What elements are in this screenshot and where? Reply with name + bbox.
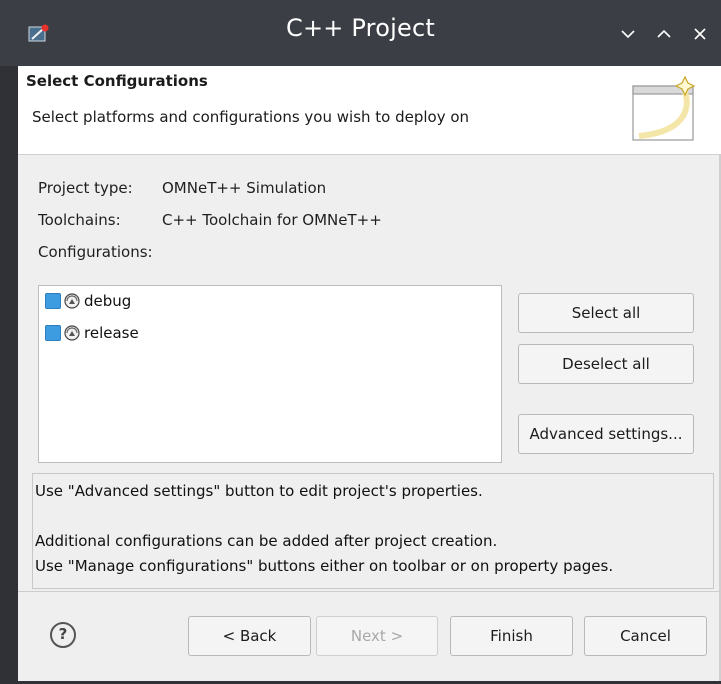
config-item-debug[interactable]: debug — [45, 290, 131, 312]
message-line: Use "Manage configurations" buttons eith… — [35, 557, 614, 575]
footer-separator — [18, 591, 721, 592]
window-left-border — [0, 66, 18, 684]
minimize-icon[interactable] — [618, 24, 638, 44]
back-button[interactable]: < Back — [188, 616, 311, 656]
advanced-settings-button[interactable]: Advanced settings... — [518, 414, 694, 454]
configuration-icon — [64, 293, 80, 309]
toolchains-value: C++ Toolchain for OMNeT++ — [162, 211, 382, 229]
toolchains-row: Toolchains: C++ Toolchain for OMNeT++ — [38, 211, 382, 229]
help-button[interactable]: ? — [50, 622, 76, 648]
deselect-all-button[interactable]: Deselect all — [518, 344, 694, 384]
configuration-icon — [64, 325, 80, 341]
wizard-body: Project type: OMNeT++ Simulation Toolchai… — [18, 155, 721, 684]
message-line: Additional configurations can be added a… — [35, 532, 498, 550]
select-all-button[interactable]: Select all — [518, 293, 694, 333]
message-panel: Use "Advanced settings" button to edit p… — [32, 473, 714, 589]
maximize-icon[interactable] — [654, 24, 674, 44]
release-checkbox[interactable] — [45, 325, 61, 341]
cancel-button[interactable]: Cancel — [584, 616, 707, 656]
page-description: Select platforms and configurations you … — [32, 108, 470, 126]
project-type-row: Project type: OMNeT++ Simulation — [38, 179, 326, 197]
next-button[interactable]: Next > — [316, 616, 438, 656]
page-title: Select Configurations — [26, 72, 208, 90]
config-label: release — [84, 324, 139, 342]
title-bar[interactable]: C++ Project — [0, 0, 721, 66]
project-type-label: Project type: — [38, 179, 133, 197]
config-label: debug — [84, 292, 132, 310]
project-type-value: OMNeT++ Simulation — [162, 179, 327, 197]
config-item-release[interactable]: release — [45, 322, 139, 344]
configurations-list[interactable]: debug release — [38, 285, 502, 463]
close-icon[interactable] — [690, 24, 710, 44]
toolchains-label: Toolchains: — [38, 211, 121, 229]
debug-checkbox[interactable] — [45, 293, 61, 309]
window-title: C++ Project — [286, 14, 435, 42]
cpp-project-dialog: C++ Project Select Configurations Select… — [0, 0, 721, 684]
message-line: Use "Advanced settings" button to edit p… — [35, 482, 483, 500]
finish-button[interactable]: Finish — [450, 616, 573, 656]
wizard-header: Select Configurations Select platforms a… — [18, 66, 721, 155]
wizard-banner-icon — [632, 75, 696, 141]
configurations-label: Configurations: — [38, 243, 153, 261]
